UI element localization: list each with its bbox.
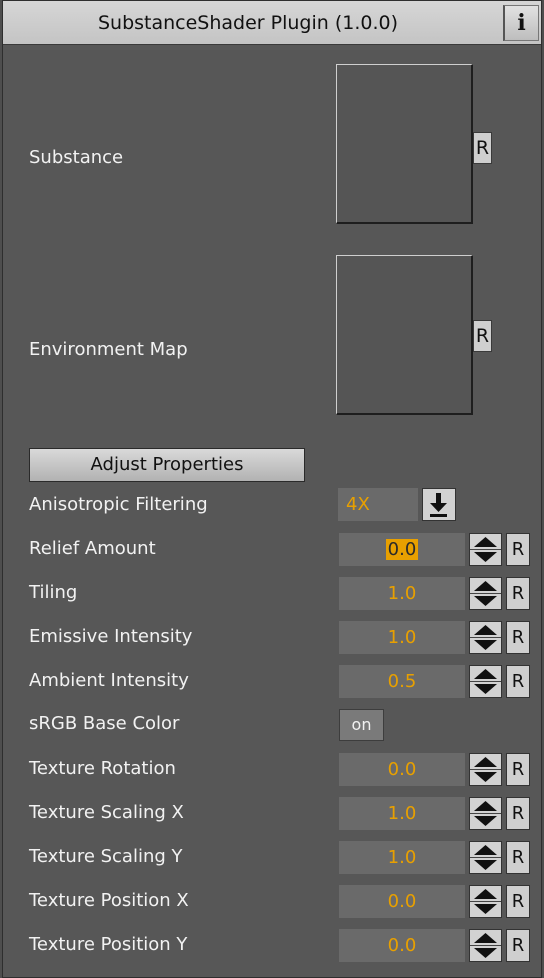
tiling-reset-button[interactable]: R xyxy=(506,577,530,610)
texture-scaling-y-field[interactable]: 1.0 xyxy=(339,841,465,874)
texture-scaling-x-reset-button[interactable]: R xyxy=(506,797,530,830)
row-label: Relief Amount xyxy=(29,538,156,559)
window-title: SubstanceShader Plugin (1.0.0) xyxy=(97,12,399,34)
tiling-field[interactable]: 1.0 xyxy=(339,577,465,610)
title-bar: SubstanceShader Plugin (1.0.0) i xyxy=(3,1,541,45)
texture-position-y-reset-button[interactable]: R xyxy=(506,929,530,962)
texture-position-x-spinner[interactable] xyxy=(469,885,502,918)
texture-scaling-x-spinner[interactable] xyxy=(469,797,502,830)
substance-reset-button[interactable]: R xyxy=(473,132,492,164)
texture-scaling-y-spinner[interactable] xyxy=(469,841,502,874)
relief-amount-field[interactable]: 0.0 xyxy=(339,533,465,566)
row-label: Texture Scaling Y xyxy=(29,846,183,867)
environment-map-label: Environment Map xyxy=(29,339,188,360)
row-label: Texture Position Y xyxy=(29,934,188,955)
adjust-properties-button[interactable]: Adjust Properties xyxy=(29,448,305,482)
emissive-intensity-spinner[interactable] xyxy=(469,621,502,654)
texture-scaling-x-field[interactable]: 1.0 xyxy=(339,797,465,830)
texture-rotation-spinner[interactable] xyxy=(469,753,502,786)
row-label: Texture Rotation xyxy=(29,758,176,779)
row-label: Emissive Intensity xyxy=(29,626,193,647)
srgb-base-color-toggle[interactable]: on xyxy=(339,709,384,741)
row-label: Texture Position X xyxy=(29,890,189,911)
ambient-intensity-field[interactable]: 0.5 xyxy=(339,665,465,698)
texture-position-y-field[interactable]: 0.0 xyxy=(339,929,465,962)
environment-map-drop-slot[interactable] xyxy=(336,255,473,415)
relief-amount-value: 0.0 xyxy=(385,539,419,560)
info-icon[interactable]: i xyxy=(503,5,539,41)
relief-amount-reset-button[interactable]: R xyxy=(506,533,530,566)
emissive-intensity-reset-button[interactable]: R xyxy=(506,621,530,654)
plugin-panel: SubstanceShader Plugin (1.0.0) i Substan… xyxy=(2,0,542,978)
srgb-base-color-label: sRGB Base Color xyxy=(29,713,180,734)
environment-map-reset-button[interactable]: R xyxy=(473,320,492,352)
row-label: Tiling xyxy=(29,582,78,603)
ambient-intensity-spinner[interactable] xyxy=(469,665,502,698)
texture-rotation-reset-button[interactable]: R xyxy=(506,753,530,786)
ambient-intensity-reset-button[interactable]: R xyxy=(506,665,530,698)
relief-amount-spinner[interactable] xyxy=(469,533,502,566)
emissive-intensity-field[interactable]: 1.0 xyxy=(339,621,465,654)
texture-position-x-reset-button[interactable]: R xyxy=(506,885,530,918)
substance-drop-slot[interactable] xyxy=(336,64,473,224)
anisotropic-filtering-value[interactable]: 4X xyxy=(338,488,418,521)
row-label: Ambient Intensity xyxy=(29,670,189,691)
texture-position-y-spinner[interactable] xyxy=(469,929,502,962)
texture-scaling-y-reset-button[interactable]: R xyxy=(506,841,530,874)
anisotropic-filtering-label: Anisotropic Filtering xyxy=(29,494,208,515)
row-label: Texture Scaling X xyxy=(29,802,184,823)
texture-position-x-field[interactable]: 0.0 xyxy=(339,885,465,918)
texture-rotation-field[interactable]: 0.0 xyxy=(339,753,465,786)
substance-label: Substance xyxy=(29,147,124,168)
tiling-spinner[interactable] xyxy=(469,577,502,610)
dropdown-arrow-icon[interactable] xyxy=(422,488,456,521)
